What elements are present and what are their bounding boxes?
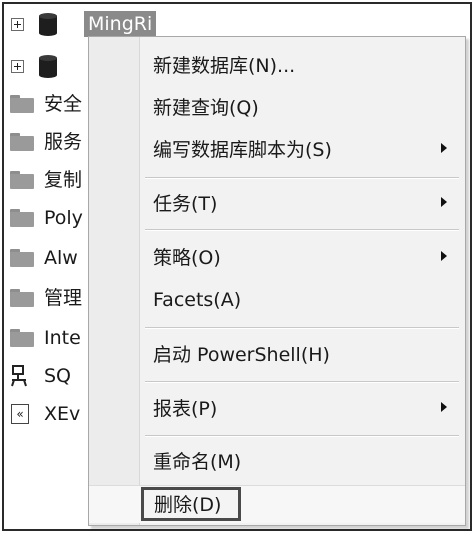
menu-item-reports[interactable]: 报表(P) [89, 388, 465, 426]
submenu-arrow-icon [441, 251, 447, 261]
database-icon [39, 55, 57, 78]
menu-item-new-database[interactable]: 新建数据库(N)... [89, 45, 465, 83]
submenu-arrow-icon [441, 197, 447, 207]
tree-node-label[interactable]: MingRi [84, 11, 157, 37]
menu-separator [145, 177, 459, 179]
menu-item-delete[interactable]: 删除(D) [89, 485, 465, 523]
menu-separator [145, 229, 459, 231]
tree-node-label[interactable]: 安全 [44, 86, 82, 122]
folder-icon [10, 95, 34, 113]
tree-node-label[interactable]: Alw [44, 240, 78, 276]
menu-item-label: 删除(D) [154, 494, 222, 516]
folder-icon [10, 289, 34, 307]
folder-icon [10, 171, 34, 189]
highlight-box: 删除(D) [141, 487, 241, 521]
expand-icon[interactable] [11, 60, 24, 73]
menu-item-label: 编写数据库脚本为(S) [153, 138, 332, 161]
menu-item-tasks[interactable]: 任务(T) [89, 183, 465, 221]
menu-item-label: 启动 PowerShell(H) [153, 343, 330, 366]
menu-item-start-powershell[interactable]: 启动 PowerShell(H) [89, 334, 465, 372]
menu-item-label: 策略(O) [153, 246, 221, 269]
submenu-arrow-icon [441, 402, 447, 412]
menu-item-label: 重命名(M) [153, 450, 242, 473]
menu-item-script-database-as[interactable]: 编写数据库脚本为(S) [89, 129, 465, 167]
folder-icon [10, 329, 34, 347]
window-frame: MingRi 安全 服务 复制 Poly Alw 管理 Inte SQ « XE… [2, 2, 472, 531]
menu-item-label: Facets(A) [153, 289, 242, 311]
menu-item-label: 新建数据库(N)... [153, 54, 296, 77]
submenu-arrow-icon [441, 143, 447, 153]
menu-separator [145, 327, 459, 329]
menu-item-label: 新建查询(Q) [153, 96, 259, 119]
menu-separator [145, 381, 459, 383]
menu-item-new-query[interactable]: 新建查询(Q) [89, 87, 465, 125]
menu-item-label: 任务(T) [153, 192, 218, 215]
tree-node-label[interactable]: 管理 [44, 280, 82, 316]
xevent-icon: « [11, 404, 29, 424]
menu-item-rename[interactable]: 重命名(M) [89, 441, 465, 479]
sql-agent-icon [11, 365, 27, 387]
database-icon [39, 13, 57, 36]
folder-icon [10, 249, 34, 267]
menu-item-policies[interactable]: 策略(O) [89, 237, 465, 275]
tree-node-label[interactable]: 复制 [44, 162, 82, 198]
tree-node-label[interactable]: XEv [44, 396, 80, 432]
menu-separator [145, 435, 459, 437]
tree-node-label[interactable]: SQ [44, 358, 71, 394]
context-menu: 新建数据库(N)... 新建查询(Q) 编写数据库脚本为(S) 任务(T) 策略… [88, 36, 466, 526]
folder-icon [10, 133, 34, 151]
tree-node-label[interactable]: Inte [44, 320, 81, 356]
menu-item-facets[interactable]: Facets(A) [89, 281, 465, 319]
tree-node-label[interactable]: Poly [44, 200, 83, 236]
tree-node-label[interactable]: 服务 [44, 124, 82, 160]
expand-icon[interactable] [11, 18, 24, 31]
menu-item-label: 报表(P) [153, 397, 218, 420]
folder-icon [10, 209, 34, 227]
